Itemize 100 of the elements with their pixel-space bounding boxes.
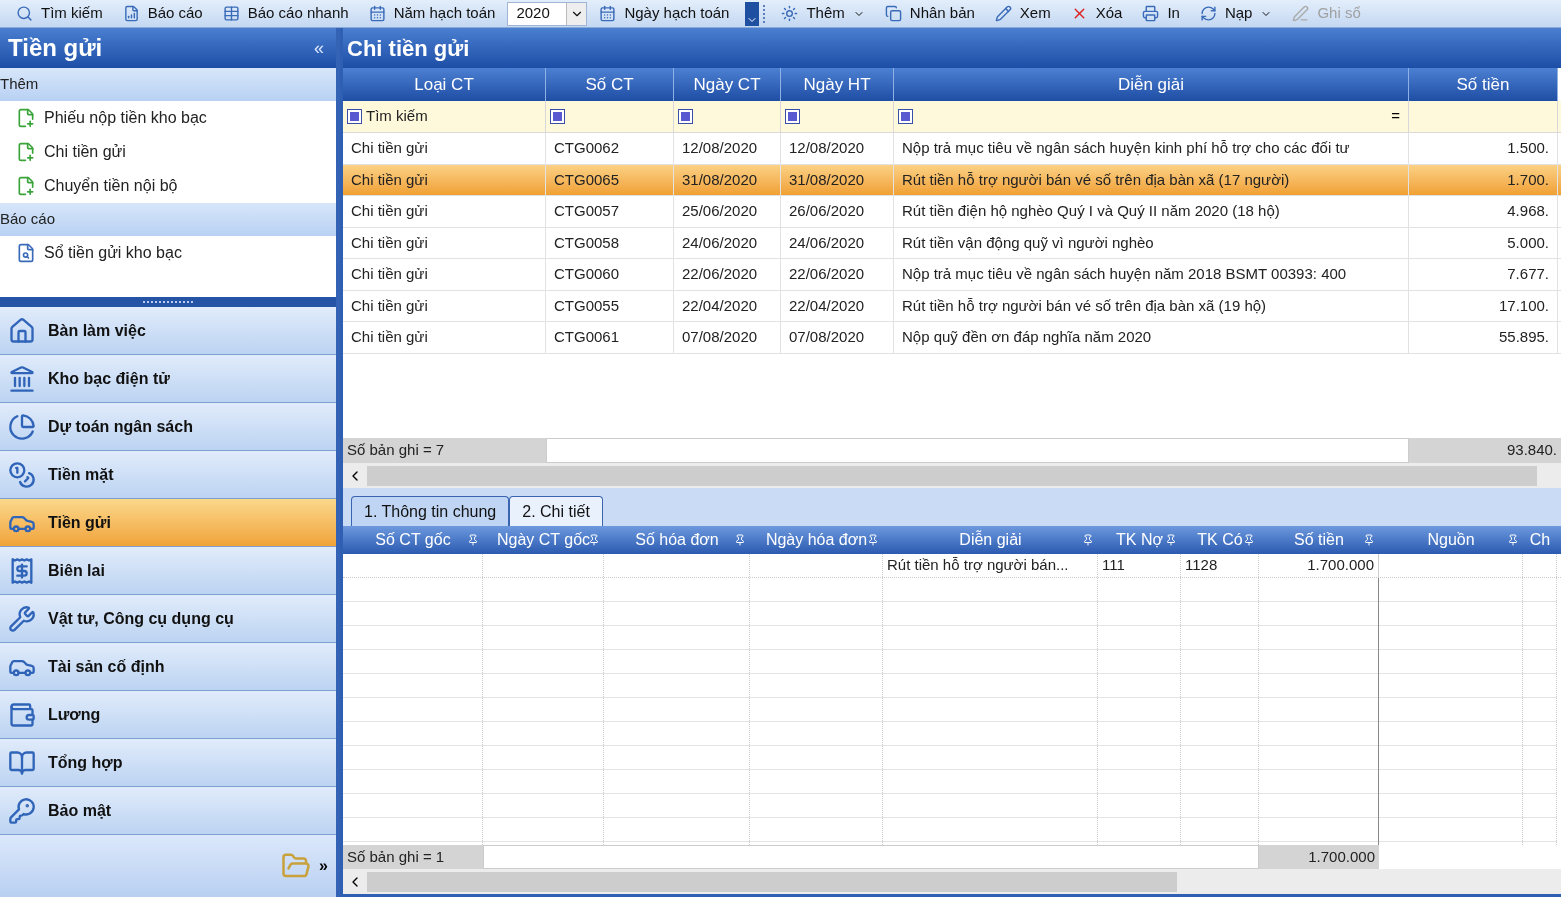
table-cell: Chi tiền gửi (343, 322, 546, 353)
column-header[interactable]: Ngày hóa đơn (750, 526, 883, 554)
toolbar-button[interactable]: Tìm kiếm (8, 1, 111, 26)
column-header[interactable]: TK Nợ (1098, 526, 1181, 554)
task-link[interactable]: Chi tiền gửi (0, 135, 336, 169)
toolbar-button[interactable]: Báo cáo nhanh (214, 1, 357, 26)
column-header[interactable]: Ch (1523, 526, 1557, 554)
filter-operator[interactable]: = (1391, 105, 1404, 128)
toolbar-button[interactable]: Báo cáo (114, 1, 211, 26)
toolbar-button[interactable]: In (1134, 1, 1188, 26)
table-cell: 111 (1098, 554, 1181, 577)
pin-icon[interactable] (1507, 534, 1519, 546)
task-link[interactable]: Phiếu nộp tiền kho bạc (0, 101, 336, 135)
column-header[interactable]: Số tiền (1409, 68, 1558, 101)
toolbar-button[interactable]: Xóa (1062, 1, 1131, 26)
table-row[interactable]: Chi tiền gửi CTG0058 24/06/2020 24/06/2020 Rút tiền vận động quỹ vì người nghèo 5.000. (343, 227, 1561, 259)
overflow-icon[interactable] (745, 1, 760, 26)
refresh-icon (1199, 5, 1217, 22)
table-row[interactable]: Chi tiền gửi CTG0055 22/04/2020 22/04/2020 Rút tiền hỗ trợ người bán vé số trên địa bàn xã (19 hộ) 17.100. (343, 290, 1561, 322)
table-cell: 1.700. (1409, 164, 1558, 195)
pie-chart-icon (8, 412, 36, 441)
table-cell: 24/06/2020 (781, 227, 894, 258)
table-cell: 4.968. (1409, 196, 1558, 227)
nav-item[interactable]: Tiền mặt (0, 451, 336, 499)
horizontal-scrollbar[interactable] (343, 463, 1561, 488)
toolbar-button[interactable]: Nhân bản (876, 1, 983, 26)
pin-icon[interactable] (467, 534, 479, 546)
task-link[interactable]: Sổ tiền gửi kho bạc (0, 236, 336, 270)
pencil-icon (994, 5, 1012, 22)
pin-icon[interactable] (1363, 534, 1375, 546)
copy-icon (884, 5, 902, 22)
nav-item[interactable]: Bàn làm việc (0, 307, 336, 355)
tab[interactable]: 2. Chi tiết (509, 496, 603, 526)
nav-item[interactable]: Tài sản cố định (0, 643, 336, 691)
nav-item[interactable]: Biên lai (0, 547, 336, 595)
table-cell: 12/08/2020 (674, 133, 781, 164)
table-row[interactable]: Chi tiền gửi CTG0061 07/08/2020 07/08/2020 Nộp quỹ đền ơn đáp nghĩa năm 2020 55.895. (343, 322, 1561, 354)
table-cell: Chi tiền gửi (343, 164, 546, 195)
nav-item[interactable]: Lương (0, 691, 336, 739)
column-header[interactable]: Ngày CT (674, 68, 781, 101)
nav-item[interactable]: Kho bạc điện tử (0, 355, 336, 403)
table-row[interactable]: Chi tiền gửi CTG0057 25/06/2020 26/06/2020 Rút tiền điện hộ nghèo Quý I và Quý II năm 2020 (18 hộ) 4.968. (343, 196, 1561, 228)
table-cell: CTG0061 (546, 322, 674, 353)
nav-item[interactable]: Tổng hợp (0, 739, 336, 787)
nav-item[interactable]: Vật tư, Công cụ dụng cụ (0, 595, 336, 643)
column-header[interactable]: Ngày CT gốc (483, 526, 604, 554)
printer-icon (1142, 5, 1160, 22)
column-header[interactable]: Diễn giải (883, 526, 1098, 554)
group-header: Thêm (0, 68, 336, 101)
table-row[interactable]: Chi tiền gửi CTG0060 22/06/2020 22/06/2020 Nộp trả mục tiêu về ngân sách huyện năm 2018 BSMT 00393: 400 7.677. (343, 259, 1561, 291)
task-link[interactable]: Chuyển tiền nội bộ (0, 169, 336, 203)
table-cell: 31/08/2020 (781, 164, 894, 195)
column-header[interactable]: Nguồn (1379, 526, 1523, 554)
pin-icon[interactable] (1243, 534, 1255, 546)
toolbar-menu-button[interactable]: Nạp (1191, 1, 1281, 26)
table-cell: Chi tiền gửi (343, 259, 546, 290)
toolbar-button[interactable]: Ngày hạch toán (591, 1, 738, 26)
column-header[interactable]: Số CT gốc (343, 526, 483, 554)
pin-icon[interactable] (734, 534, 746, 546)
more-button[interactable]: » (319, 854, 328, 878)
table-cell: 55.895. (1409, 322, 1558, 353)
table-row[interactable]: Chi tiền gửi CTG0062 12/08/2020 12/08/2020 Nộp trả mục tiêu về ngân sách huyện kinh phí hỗ trợ cho các đối tư 1.500. (343, 133, 1561, 165)
pen-icon (1292, 5, 1310, 22)
column-header[interactable]: Số CT (546, 68, 674, 101)
column-header[interactable]: TK Có (1181, 526, 1259, 554)
table-row[interactable]: Rút tiền hỗ trợ người bán... 111 1128 1.700.000 (343, 554, 1561, 578)
filter-icon[interactable] (550, 109, 565, 124)
report-icon (122, 5, 140, 22)
file-plus-icon (16, 142, 36, 162)
filter-icon[interactable] (347, 109, 362, 124)
tab[interactable]: 1. Thông tin chung (351, 496, 510, 526)
search-field[interactable]: Tìm kiếm (366, 105, 428, 128)
table-row[interactable]: Chi tiền gửi CTG0065 31/08/2020 31/08/2020 Rút tiền hỗ trợ người bán vé số trên địa bàn xã (17 người) 1.700. (343, 164, 1561, 196)
pin-icon[interactable] (588, 534, 600, 546)
table-cell: 22/04/2020 (674, 290, 781, 321)
column-header[interactable]: Loại CT (343, 68, 546, 101)
pin-icon[interactable] (1082, 534, 1094, 546)
view-title: Chi tiền gửi (347, 34, 470, 63)
toolbar-button[interactable]: Xem (986, 1, 1059, 26)
column-header[interactable]: Ngày HT (781, 68, 894, 101)
filter-icon[interactable] (785, 109, 800, 124)
column-header[interactable]: Số tiền (1259, 526, 1379, 554)
horizontal-scrollbar[interactable] (343, 869, 1561, 894)
nav-item[interactable]: Dự toán ngân sách (0, 403, 336, 451)
toolbar-menu-button[interactable]: Thêm (773, 1, 873, 26)
pin-icon[interactable] (867, 534, 879, 546)
pin-icon[interactable] (1165, 534, 1177, 546)
table-cell: Nộp trả mục tiêu về ngân sách huyện năm 2018 BSMT 00393: 400 (894, 259, 1409, 290)
table-cell: 5.000. (1409, 227, 1558, 258)
table-cell: 07/08/2020 (674, 322, 781, 353)
toolbar-label: Năm hạch toán (360, 2, 504, 25)
column-header[interactable]: Diễn giải (894, 68, 1409, 101)
filter-icon[interactable] (898, 109, 913, 124)
collapse-button[interactable]: « (310, 34, 328, 62)
nav-item[interactable]: Bảo mật (0, 787, 336, 835)
filter-icon[interactable] (678, 109, 693, 124)
column-header[interactable]: Số hóa đơn (604, 526, 750, 554)
nav-item[interactable]: Tiền gửi (0, 499, 336, 547)
year-select[interactable]: 2020 (507, 1, 588, 26)
table-cell: Nộp trả mục tiêu về ngân sách huyện kinh phí hỗ trợ cho các đối tư (894, 133, 1409, 164)
